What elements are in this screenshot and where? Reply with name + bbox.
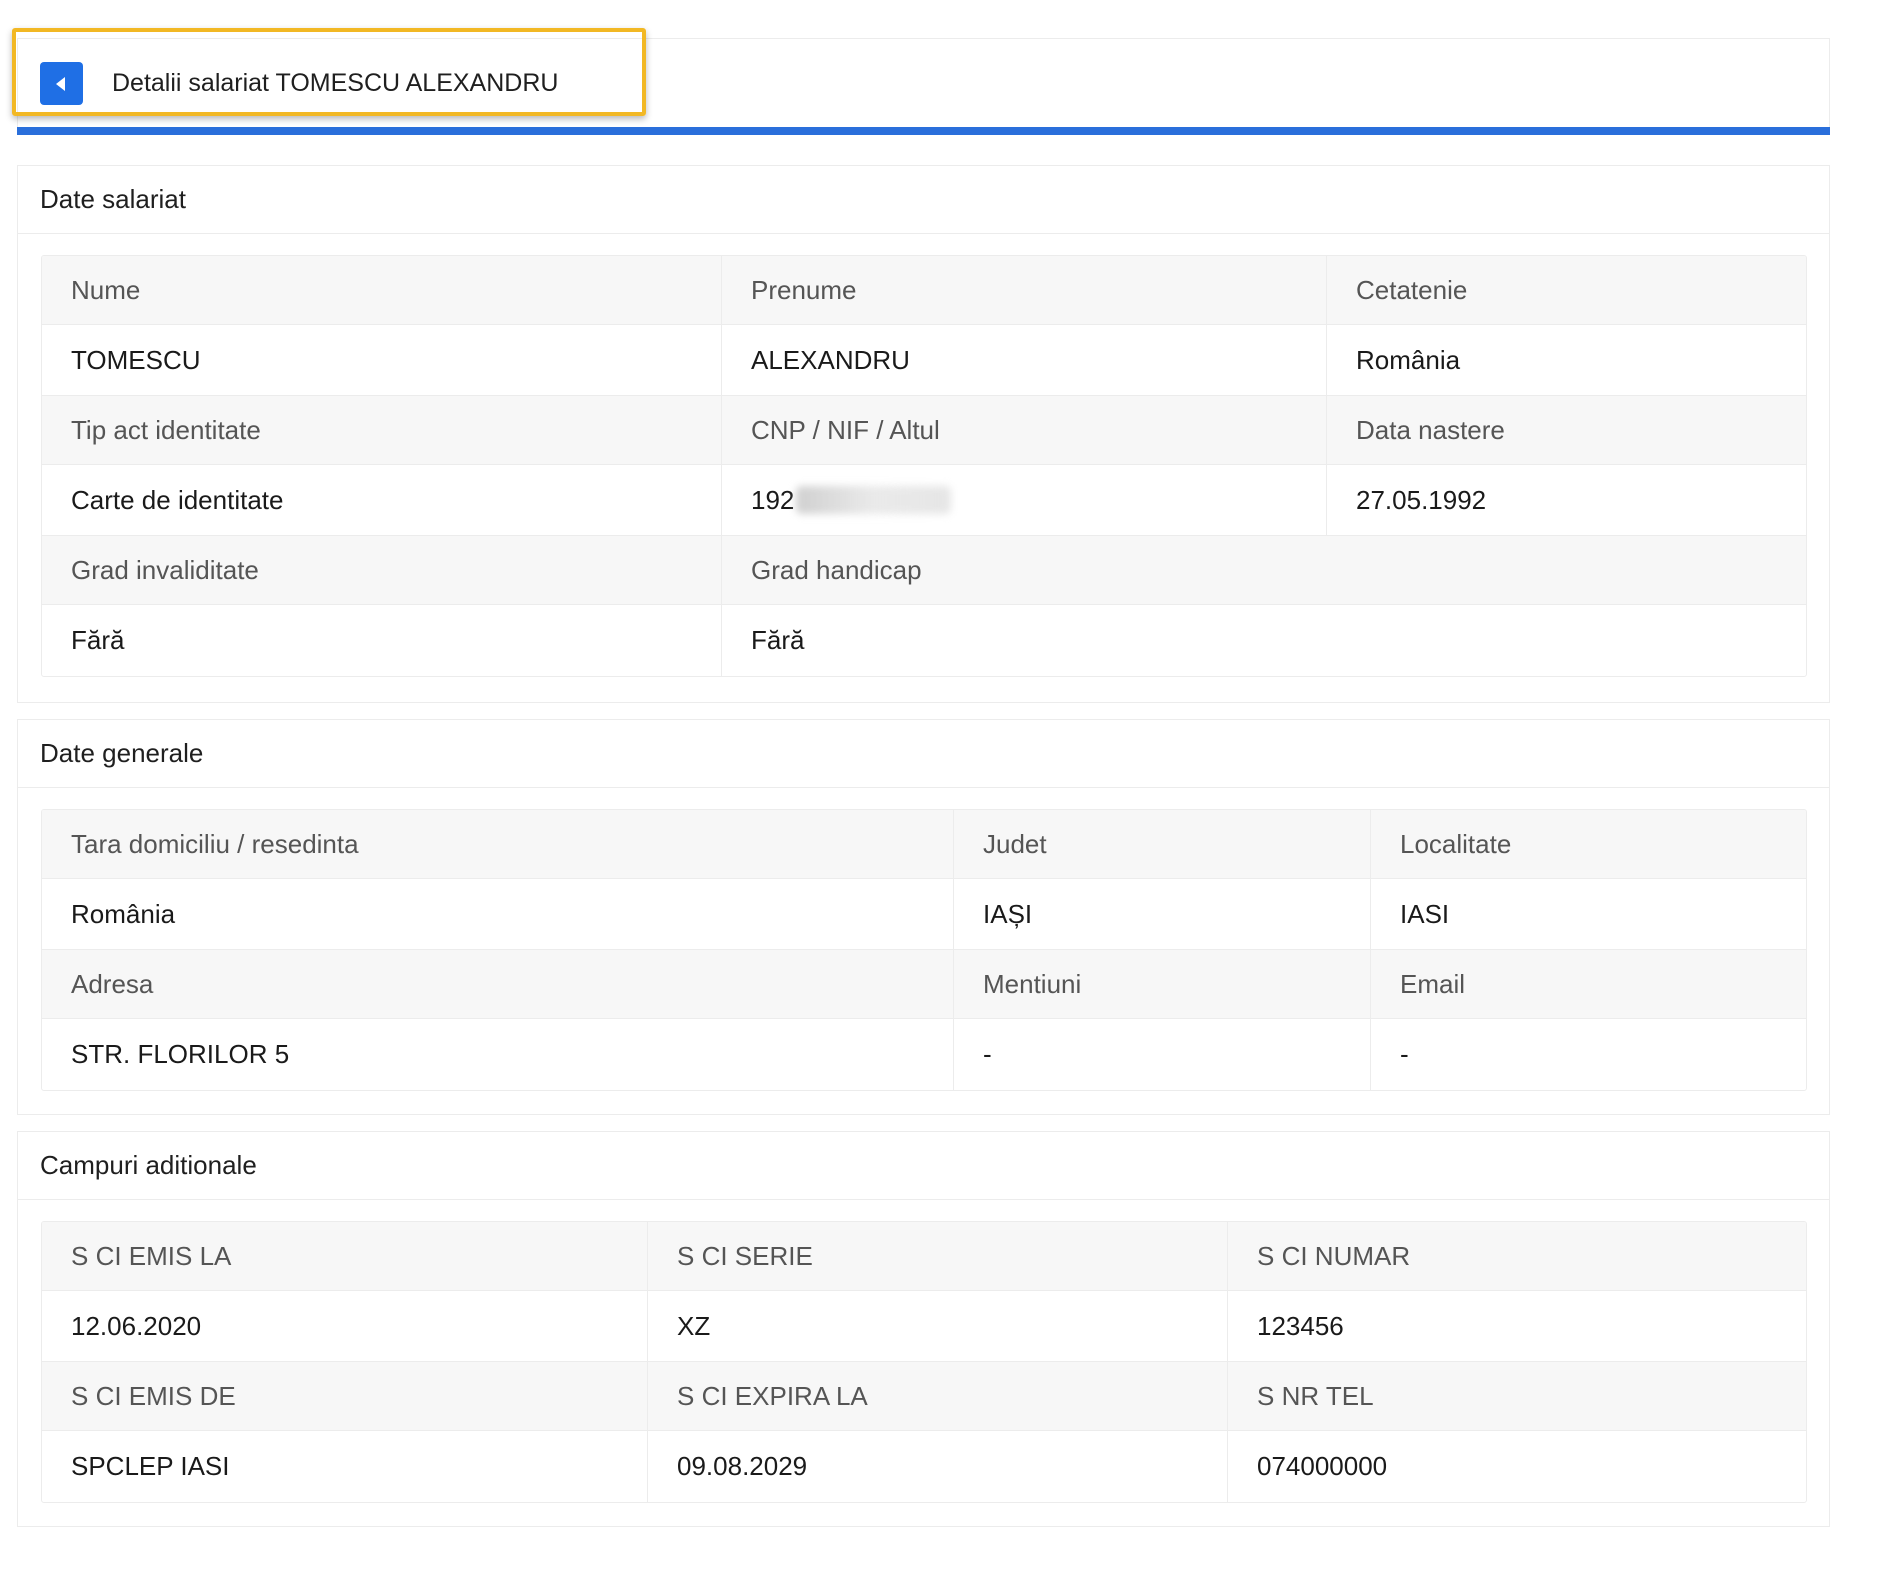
- field-value: SPCLEP IASI: [42, 1431, 648, 1502]
- field-value: -: [1400, 1039, 1409, 1069]
- label-row: Tip act identitate CNP / NIF / Altul Dat…: [42, 396, 1806, 465]
- field-value: 12.06.2020: [42, 1291, 648, 1361]
- field-label: Adresa: [42, 950, 954, 1018]
- employee-details-grid: Nume Prenume Cetatenie TOMESCU ALEXANDRU…: [41, 255, 1807, 677]
- field-value: 123456: [1257, 1310, 1344, 1341]
- section-title: Campuri aditionale: [18, 1132, 1829, 1200]
- field-value: -: [954, 1019, 1371, 1090]
- field-label: S CI NUMAR: [1257, 1240, 1411, 1271]
- field-value: 27.05.1992: [1356, 484, 1487, 515]
- back-button[interactable]: [40, 62, 83, 105]
- caret-left-icon: [56, 76, 65, 91]
- value-row: România IAȘI IASI: [42, 879, 1806, 950]
- field-label: Prenume: [722, 256, 1327, 324]
- value-row: STR. FLORILOR 5 - -: [42, 1019, 1806, 1090]
- field-label: CNP / NIF / Altul: [722, 396, 1327, 464]
- label-row: S CI EMIS DE S CI EXPIRA LA S NR TEL: [42, 1362, 1806, 1431]
- value-row: 12.06.2020 XZ 123456: [42, 1291, 1806, 1362]
- additional-fields-grid: S CI EMIS LA S CI SERIE S CI NUMAR 12.06…: [41, 1221, 1807, 1503]
- field-label: Mentiuni: [954, 950, 1371, 1018]
- field-label: Tip act identitate: [42, 396, 722, 464]
- field-value: România: [1356, 344, 1461, 375]
- label-row: Tara domiciliu / resedinta Judet Localit…: [42, 810, 1806, 879]
- cnp-value: 192: [722, 465, 1327, 535]
- value-row: TOMESCU ALEXANDRU România: [42, 325, 1806, 396]
- field-label: Cetatenie: [1356, 274, 1468, 305]
- label-row: Nume Prenume Cetatenie: [42, 256, 1806, 325]
- additional-section: Campuri aditionale S CI EMIS LA S CI SER…: [17, 1131, 1830, 1527]
- field-value: XZ: [648, 1291, 1228, 1361]
- field-value: Fără: [42, 605, 722, 676]
- value-row: Fără Fără: [42, 605, 1806, 676]
- field-label: S CI EMIS LA: [42, 1222, 648, 1290]
- field-label: Tara domiciliu / resedinta: [42, 810, 954, 878]
- field-label: Email: [1400, 968, 1466, 999]
- field-label: S CI EMIS DE: [42, 1362, 648, 1430]
- field-value: Fără: [751, 625, 805, 655]
- field-value: 074000000: [1257, 1451, 1388, 1481]
- field-label: S NR TEL: [1257, 1380, 1374, 1411]
- redacted-blur: [796, 486, 952, 514]
- field-label: Grad handicap: [751, 554, 922, 585]
- employee-section: Date salariat Nume Prenume Cetatenie TOM…: [17, 165, 1830, 703]
- field-value: 09.08.2029: [648, 1431, 1228, 1502]
- field-value: STR. FLORILOR 5: [42, 1019, 954, 1090]
- field-value: România: [42, 879, 954, 949]
- value-row: Carte de identitate 192 27.05.1992: [42, 465, 1806, 536]
- label-row: Grad invaliditate Grad handicap: [42, 536, 1806, 605]
- cnp-visible-digits: 192: [751, 484, 795, 515]
- section-title: Date generale: [18, 720, 1829, 788]
- field-value: IASI: [1400, 898, 1450, 929]
- field-value: TOMESCU: [42, 325, 722, 395]
- page-title: Detalii salariat TOMESCU ALEXANDRU: [112, 69, 559, 97]
- general-details-grid: Tara domiciliu / resedinta Judet Localit…: [41, 809, 1807, 1091]
- field-label: S CI SERIE: [648, 1222, 1228, 1290]
- field-label: Nume: [42, 256, 722, 324]
- field-label: Judet: [954, 810, 1371, 878]
- label-row: S CI EMIS LA S CI SERIE S CI NUMAR: [42, 1222, 1806, 1291]
- label-row: Adresa Mentiuni Email: [42, 950, 1806, 1019]
- value-row: SPCLEP IASI 09.08.2029 074000000: [42, 1431, 1806, 1502]
- field-label: Localitate: [1400, 828, 1512, 859]
- field-value: IAȘI: [954, 879, 1371, 949]
- section-title: Date salariat: [18, 166, 1829, 234]
- header-accent-bar: [17, 127, 1830, 135]
- field-label: S CI EXPIRA LA: [648, 1362, 1228, 1430]
- field-label: Data nastere: [1356, 414, 1505, 445]
- field-label: Grad invaliditate: [42, 536, 722, 604]
- field-value: Carte de identitate: [42, 465, 722, 535]
- field-value: ALEXANDRU: [722, 325, 1327, 395]
- general-section: Date generale Tara domiciliu / resedinta…: [17, 719, 1830, 1115]
